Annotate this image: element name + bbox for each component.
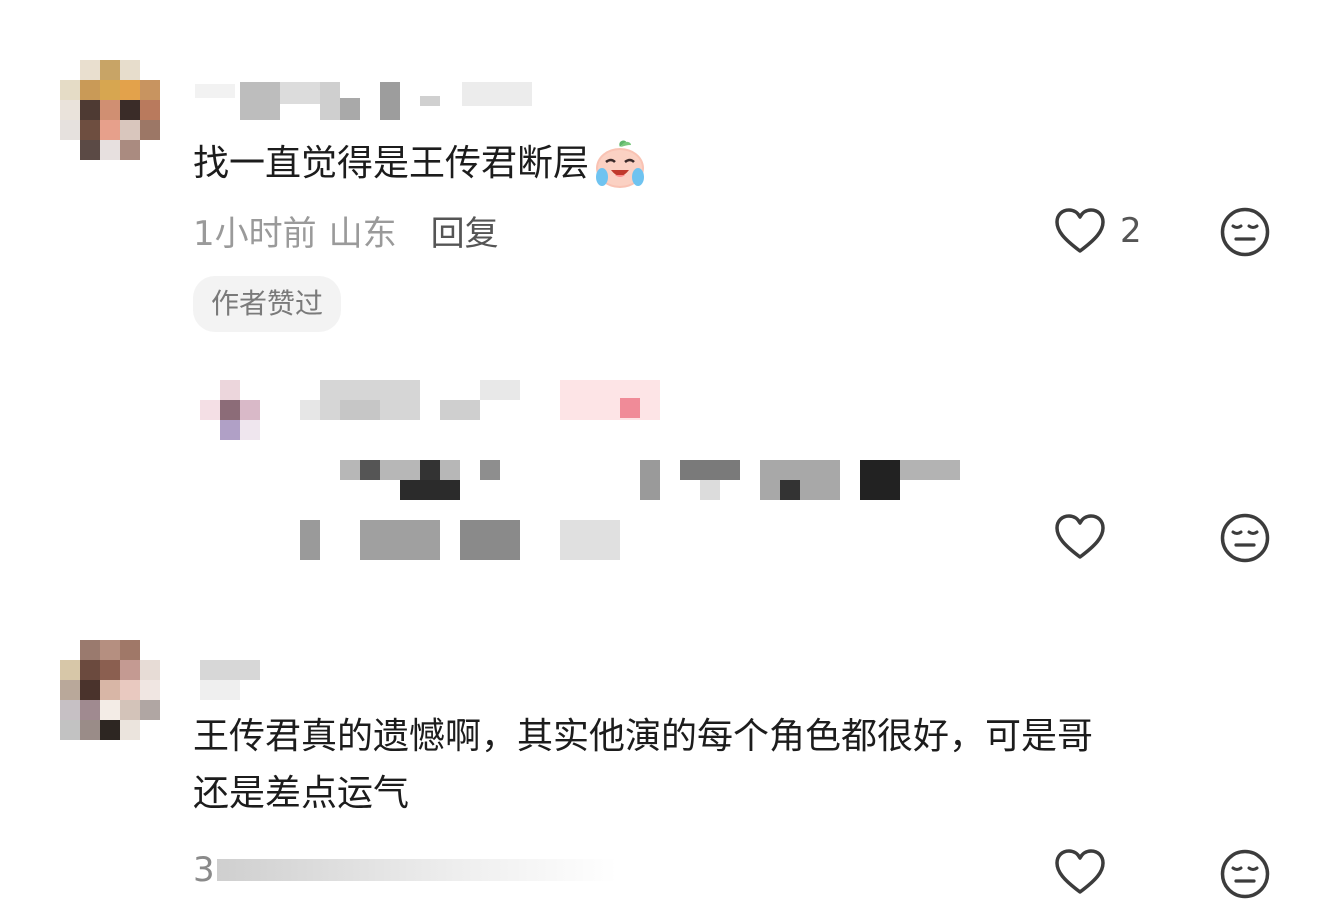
neutral-face-icon[interactable] [1219,848,1271,900]
reply-avatar[interactable] [200,380,260,440]
comment-text-line: 还是差点运气 [193,773,410,814]
heart-outline-icon[interactable] [1054,848,1106,896]
neutral-face-icon[interactable] [1219,512,1271,564]
comment-text-line: 王传君真的遗憾啊，其实他演的每个角色都很好，可是哥 [193,716,1094,757]
avatar[interactable] [60,640,160,740]
neutral-face-icon[interactable] [1219,206,1271,258]
meta-redacted [216,859,617,881]
comment-text-content: 找一直觉得是王传君断层 [193,143,590,184]
reply-button[interactable]: 回复 [431,206,499,255]
comment-text: 王传君真的遗憾啊，其实他演的每个角色都很好，可是哥 还是差点运气 [193,713,1273,818]
comment-time: 3 [193,850,215,890]
comment-time: 1小时前 [193,213,317,254]
comment-meta: 3 [193,848,617,892]
avatar[interactable] [60,60,160,160]
heart-outline-icon[interactable] [1054,513,1106,561]
comment-meta: 1小时前 山东 回复 [193,205,499,255]
comment-location: 山东 [328,213,397,254]
author-liked-tag: 作者赞过 [193,276,342,332]
comment-text: 找一直觉得是王传君断层 [193,135,649,193]
crying-laughing-emoji-icon [596,140,645,188]
heart-outline-icon [1055,208,1105,253]
like-count: 2 [1120,211,1142,251]
like-button[interactable]: 2 [1054,205,1142,257]
